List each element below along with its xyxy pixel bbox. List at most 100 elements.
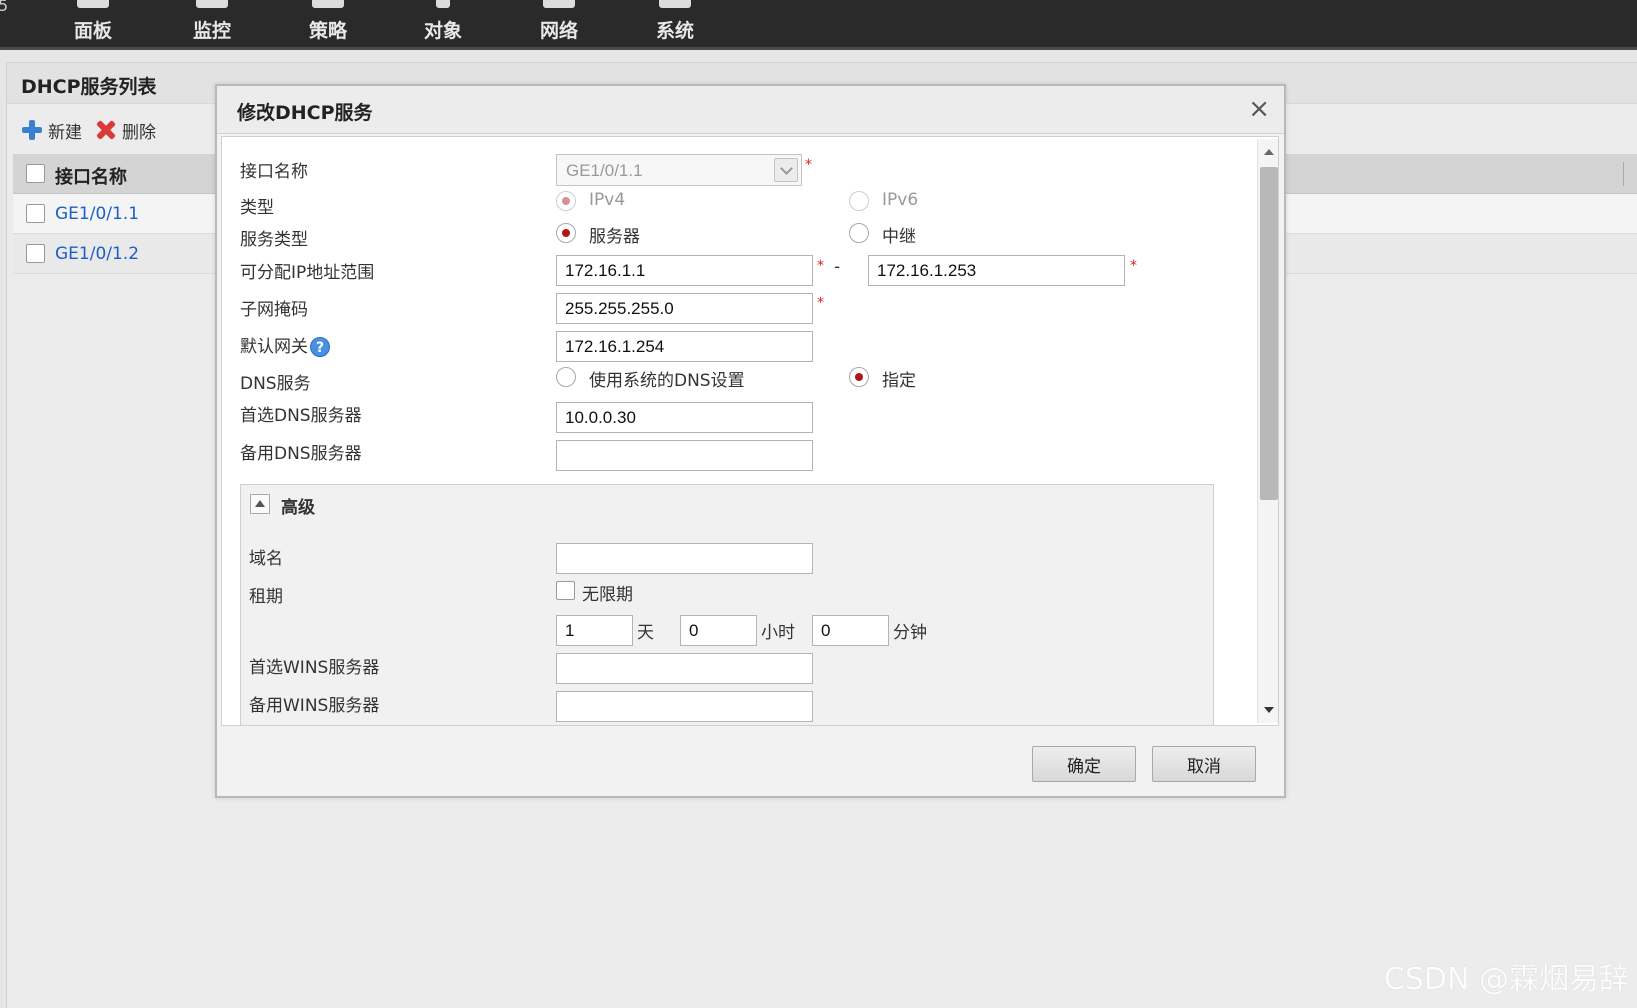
- dns-specify-label: 指定: [882, 371, 916, 391]
- type-label: 类型: [240, 198, 274, 218]
- delete-icon: [96, 120, 116, 140]
- wins-secondary-input[interactable]: [556, 691, 813, 722]
- chevron-down-icon[interactable]: [774, 158, 798, 182]
- network-icon: [543, 0, 575, 8]
- scroll-down-icon[interactable]: [1264, 707, 1274, 713]
- required-mark: *: [817, 295, 824, 311]
- collapse-toggle-icon[interactable]: [250, 494, 270, 514]
- ok-button[interactable]: 确定: [1032, 746, 1136, 782]
- type-ipv4-label: IPv4: [589, 190, 626, 210]
- advanced-title: 高级: [281, 498, 315, 518]
- ip-range-start-input[interactable]: [556, 255, 813, 286]
- lease-hours-input[interactable]: [680, 615, 757, 646]
- service-relay-label: 中继: [882, 227, 916, 247]
- edge-glyph: 5: [0, 0, 9, 15]
- column-header-interface: 接口名称: [55, 167, 127, 188]
- gateway-label-text: 默认网关: [240, 337, 308, 357]
- watermark: CSDN @霖烟易辞: [1383, 962, 1629, 997]
- help-icon[interactable]: ?: [310, 337, 330, 357]
- policy-icon: [312, 0, 344, 8]
- unlimited-lease-checkbox[interactable]: [556, 581, 575, 600]
- nav-item-dashboard[interactable]: 面板: [53, 0, 133, 48]
- nav-item-policy[interactable]: 策略: [288, 0, 368, 48]
- nav-label: 面板: [73, 20, 112, 42]
- dns-service-label: DNS服务: [240, 374, 311, 394]
- object-icon: [436, 0, 450, 8]
- nav-item-monitor[interactable]: 监控: [172, 0, 252, 48]
- page-title: DHCP服务列表: [21, 76, 157, 98]
- nav-item-network[interactable]: 网络: [519, 0, 599, 48]
- service-server-radio[interactable]: [556, 223, 576, 243]
- delete-button-label: 删除: [122, 122, 156, 143]
- scroll-up-icon[interactable]: [1264, 149, 1274, 155]
- wins-primary-input[interactable]: [556, 653, 813, 684]
- service-relay-radio[interactable]: [849, 223, 869, 243]
- row-checkbox[interactable]: [26, 244, 45, 263]
- type-ipv6-label: IPv6: [882, 190, 919, 210]
- type-ipv6-radio[interactable]: [849, 191, 869, 211]
- dns-primary-input[interactable]: [556, 402, 813, 433]
- system-icon: [659, 0, 691, 8]
- nav-label: 网络: [539, 20, 578, 42]
- dialog-scrollbar[interactable]: [1257, 139, 1278, 723]
- dns-secondary-input[interactable]: [556, 440, 813, 471]
- required-mark: *: [1130, 258, 1137, 274]
- new-button-label: 新建: [48, 122, 82, 143]
- dns-system-radio[interactable]: [556, 367, 576, 387]
- lease-days-input[interactable]: [556, 615, 633, 646]
- ip-range-end-input[interactable]: [868, 255, 1125, 286]
- domain-input[interactable]: [556, 543, 813, 574]
- domain-label: 域名: [249, 549, 283, 569]
- delete-button[interactable]: 删除: [96, 118, 156, 143]
- nav-label: 监控: [192, 20, 231, 42]
- service-server-label: 服务器: [589, 227, 640, 247]
- nav-label: 系统: [655, 20, 694, 42]
- close-icon[interactable]: ×: [1248, 94, 1270, 124]
- scrollbar-thumb[interactable]: [1260, 167, 1278, 500]
- interface-select[interactable]: GE1/0/1.1: [556, 154, 802, 186]
- monitor-icon: [196, 0, 228, 8]
- new-button[interactable]: 新建: [22, 118, 82, 143]
- lease-label: 租期: [249, 587, 283, 607]
- dns-primary-label: 首选DNS服务器: [240, 406, 362, 426]
- interface-select-value: GE1/0/1.1: [566, 161, 643, 180]
- interface-link[interactable]: GE1/0/1.2: [55, 244, 139, 264]
- range-dash: -: [834, 257, 841, 277]
- nav-item-system[interactable]: 系统: [635, 0, 715, 48]
- dialog-footer: 确定 取消: [217, 728, 1284, 796]
- dialog-header: 修改DHCP服务 ×: [217, 86, 1284, 134]
- dialog-title: 修改DHCP服务: [237, 102, 373, 124]
- gateway-label: 默认网关?: [240, 332, 330, 357]
- required-mark: *: [817, 258, 824, 274]
- interface-label: 接口名称: [240, 162, 308, 182]
- wins-primary-label: 首选WINS服务器: [249, 658, 380, 678]
- nav-label: 对象: [423, 20, 462, 42]
- lease-minutes-input[interactable]: [812, 615, 889, 646]
- dns-system-label: 使用系统的DNS设置: [589, 371, 745, 391]
- hours-unit: 小时: [761, 623, 795, 643]
- gateway-input[interactable]: [556, 331, 813, 362]
- row-checkbox[interactable]: [26, 204, 45, 223]
- service-type-label: 服务类型: [240, 230, 308, 250]
- nav-label: 策略: [308, 20, 347, 42]
- subnet-label: 子网掩码: [240, 300, 308, 320]
- top-nav-bar: 5 面板 监控 策略 对象 网络 系统: [0, 0, 1637, 50]
- cancel-button[interactable]: 取消: [1152, 746, 1256, 782]
- subnet-mask-input[interactable]: [556, 293, 813, 324]
- advanced-section: 高级 域名 租期 无限期 天 小时 分钟 首选WINS服务器 备用WINS服务器: [240, 484, 1214, 725]
- dashboard-icon: [77, 0, 109, 8]
- dialog-body: 接口名称 GE1/0/1.1 * 类型 IPv4 IPv6 服务类型 服务器 中…: [221, 136, 1279, 726]
- days-unit: 天: [637, 623, 654, 643]
- plus-icon: [22, 120, 42, 140]
- required-mark: *: [805, 157, 812, 173]
- interface-link[interactable]: GE1/0/1.1: [55, 204, 139, 224]
- ip-range-label: 可分配IP地址范围: [240, 263, 375, 283]
- nav-item-object[interactable]: 对象: [403, 0, 483, 48]
- column-separator[interactable]: [1623, 162, 1624, 186]
- type-ipv4-radio[interactable]: [556, 191, 576, 211]
- unlimited-lease-label: 无限期: [582, 585, 633, 605]
- dns-secondary-label: 备用DNS服务器: [240, 444, 362, 464]
- select-all-checkbox[interactable]: [26, 164, 45, 183]
- minutes-unit: 分钟: [893, 623, 927, 643]
- dns-specify-radio[interactable]: [849, 367, 869, 387]
